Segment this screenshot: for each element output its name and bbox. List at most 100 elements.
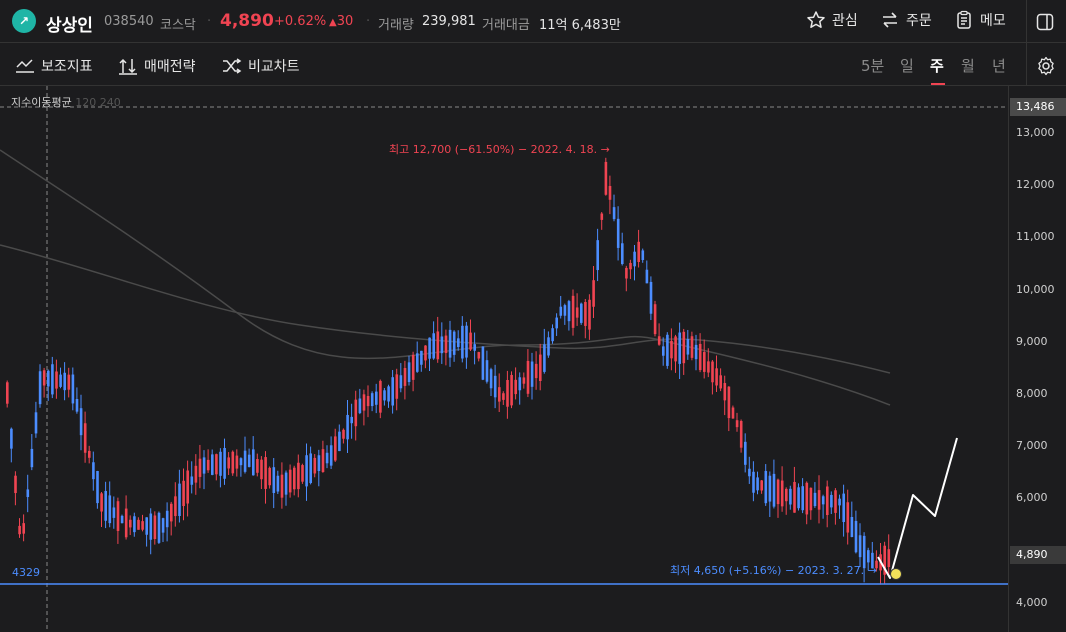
moving-average-120: [0, 149, 891, 406]
candle-body: [826, 486, 829, 515]
period-week[interactable]: 주: [930, 55, 944, 76]
min-line-label: 4329: [12, 566, 40, 579]
candle-body: [235, 455, 239, 469]
watch-button[interactable]: 관심: [806, 10, 858, 30]
candle-body: [22, 523, 25, 534]
candle-body: [514, 379, 517, 395]
candle-body: [727, 386, 731, 419]
strategy-button[interactable]: 매매전략: [118, 56, 196, 76]
current-price-badge: 4,890: [1010, 546, 1066, 564]
candle-body: [366, 395, 370, 407]
candle-body: [502, 393, 505, 400]
candle-body: [444, 335, 448, 354]
candle-body: [83, 423, 87, 453]
candle-body: [59, 374, 62, 387]
sidebar-toggle-button[interactable]: [1036, 13, 1054, 35]
order-button[interactable]: 주문: [880, 10, 932, 30]
gear-icon: [1038, 56, 1054, 76]
separator-dot: ·: [366, 14, 371, 29]
indicator-icon: [16, 59, 34, 73]
candle-body: [231, 451, 235, 474]
candle-body: [440, 336, 444, 354]
chart-settings-button[interactable]: [1036, 56, 1056, 80]
low-annotation-text: 최저 4,650 (+5.16%) − 2023. 3. 27.: [670, 564, 865, 577]
indicators-button[interactable]: 보조지표: [15, 56, 93, 76]
candle-body: [649, 281, 653, 314]
period-day[interactable]: 일: [900, 55, 914, 76]
candle-body: [219, 451, 222, 476]
change-percent: +0.62%: [274, 14, 327, 29]
memo-label: 메모: [980, 13, 1006, 29]
candle-body: [71, 374, 75, 404]
candle-body: [268, 467, 271, 486]
candle-body: [211, 454, 214, 475]
change-amount-wrap: ▲30: [329, 14, 353, 29]
candle-body: [157, 512, 161, 543]
stock-logo: ↗: [12, 9, 36, 33]
candle-body: [801, 486, 804, 511]
compare-label: 비교차트: [248, 59, 300, 75]
price-chart[interactable]: [0, 86, 1066, 632]
candle-body: [350, 416, 353, 424]
candle-body: [79, 408, 83, 436]
panel-icon: [1036, 13, 1054, 31]
current-price: 4,890: [220, 11, 274, 31]
candle-body: [92, 462, 95, 480]
candle-body: [161, 518, 165, 533]
candle-body: [690, 336, 694, 358]
memo-button[interactable]: 메모: [954, 10, 1006, 30]
candle-body: [707, 361, 710, 373]
candle-body: [63, 372, 66, 391]
candle-body: [489, 369, 493, 389]
candle-body: [30, 448, 34, 468]
candle-body: [473, 344, 476, 351]
candle-body: [88, 450, 91, 458]
candle-body: [526, 360, 530, 394]
candle-body: [190, 476, 194, 485]
up-triangle-icon: ▲: [329, 17, 337, 28]
candle-body: [842, 493, 845, 523]
candle-body: [165, 510, 169, 528]
watch-label: 관심: [832, 13, 858, 29]
candle-body: [129, 519, 132, 528]
candle-body: [612, 207, 616, 220]
candle-body: [67, 374, 71, 390]
candle-body: [137, 519, 140, 530]
candle-body: [645, 269, 649, 284]
candle-body: [789, 488, 792, 505]
candle-body: [116, 501, 120, 531]
candle-body: [276, 475, 280, 492]
candle-body: [637, 241, 640, 262]
period-month[interactable]: 월: [961, 55, 975, 76]
candle-body: [223, 447, 226, 479]
candle-body: [604, 161, 608, 195]
y-axis-divider: [1008, 86, 1009, 632]
compare-button[interactable]: 비교차트: [222, 56, 300, 76]
candle-body: [149, 513, 153, 540]
candle-body: [653, 304, 657, 335]
period-5min[interactable]: 5분: [861, 55, 884, 76]
period-year[interactable]: 년: [992, 55, 1006, 76]
candle-body: [215, 454, 218, 475]
legend-label: 지수이동평균: [11, 96, 72, 109]
candle-body: [358, 398, 362, 414]
candle-body: [616, 218, 620, 248]
high-annotation-text: 최고 12,700 (−61.50%) − 2022. 4. 18.: [389, 143, 598, 156]
candle-body: [850, 516, 854, 538]
candle-body: [887, 549, 891, 567]
candle-body: [543, 344, 546, 372]
candle-body: [575, 307, 579, 318]
market-name: 코스닥: [160, 18, 196, 33]
candle-body: [26, 489, 30, 498]
marker-dot: [890, 568, 902, 580]
candle-body: [797, 487, 800, 509]
candle-body: [38, 371, 42, 405]
candle-body: [198, 458, 202, 477]
candle-body: [715, 368, 718, 386]
candle-body: [34, 412, 38, 434]
candle-body: [867, 550, 870, 563]
candle-body: [256, 458, 259, 473]
candle-body: [674, 336, 677, 362]
candle-body: [506, 379, 509, 407]
candle-body: [206, 459, 210, 471]
